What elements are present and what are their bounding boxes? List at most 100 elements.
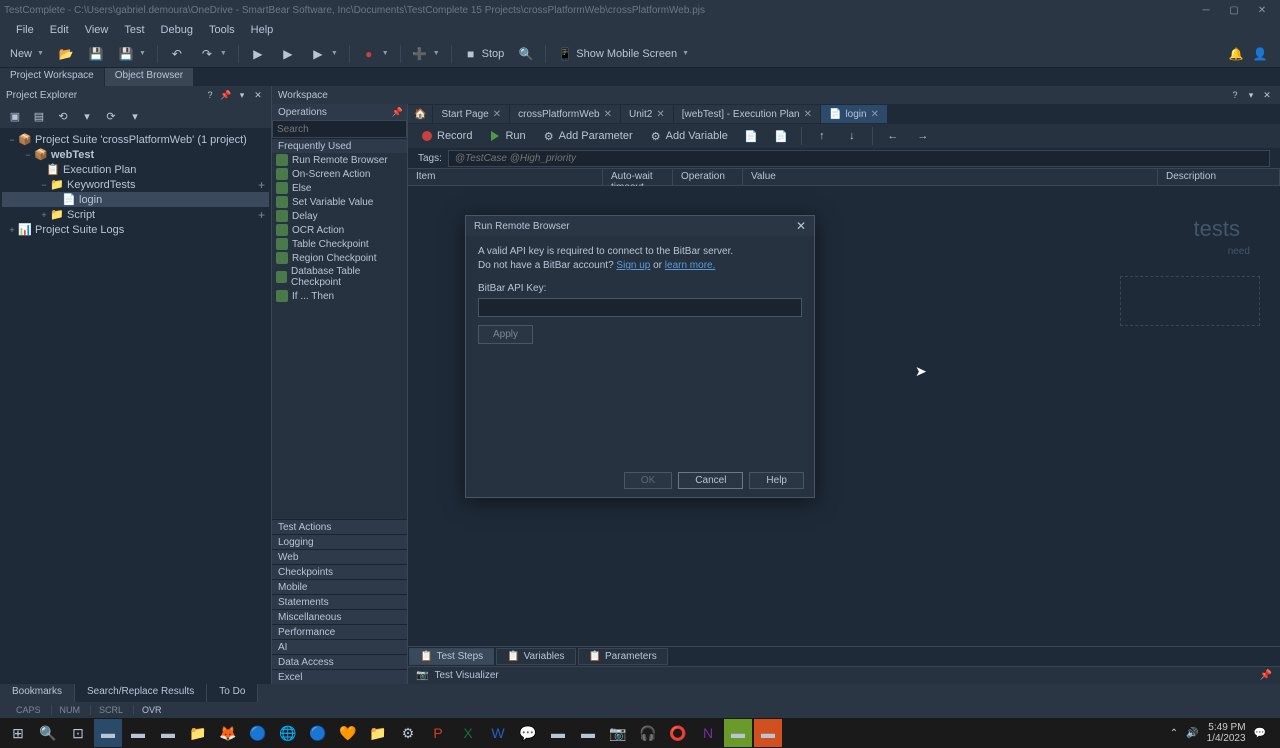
taskbar-app[interactable]: 🎧 xyxy=(634,719,662,747)
op-region-checkpoint[interactable]: Region Checkpoint xyxy=(272,251,407,265)
run-test-button[interactable]: ▶ xyxy=(274,42,302,66)
tree-project[interactable]: − 📦 webTest xyxy=(2,147,269,162)
tab-variables[interactable]: 📋Variables xyxy=(496,648,575,665)
col-operation[interactable]: Operation xyxy=(673,169,743,185)
cat-ai[interactable]: AI xyxy=(272,639,407,654)
cat-test-actions[interactable]: Test Actions xyxy=(272,519,407,534)
taskbar-app[interactable]: 📁 xyxy=(184,719,212,747)
run-project-button[interactable]: ▶ xyxy=(244,42,272,66)
expand-button[interactable]: ▣ xyxy=(4,106,26,126)
cat-data-access[interactable]: Data Access xyxy=(272,654,407,669)
save-button[interactable]: 💾 xyxy=(82,42,110,66)
dialog-titlebar[interactable]: Run Remote Browser ✕ xyxy=(466,216,814,236)
tab-test-steps[interactable]: 📋Test Steps xyxy=(409,648,494,665)
menu-view[interactable]: View xyxy=(77,22,117,38)
tray-icon[interactable]: 🔊 xyxy=(1186,728,1198,739)
taskbar-app[interactable]: ⚙ xyxy=(394,719,422,747)
tab-unit2[interactable]: Unit2✕ xyxy=(621,105,673,123)
op-else[interactable]: Else xyxy=(272,181,407,195)
taskbar-app[interactable]: 📁 xyxy=(364,719,392,747)
col-autowait[interactable]: Auto-wait timeout xyxy=(603,169,673,185)
tree-keyword-tests[interactable]: − 📁 KeywordTests + xyxy=(2,177,269,192)
record-button[interactable]: ●▼ xyxy=(355,42,395,66)
tray-arrow-icon[interactable]: ⌃ xyxy=(1170,728,1178,739)
taskbar-app[interactable]: ▬ xyxy=(754,719,782,747)
taskbar-app[interactable]: 🔵 xyxy=(244,719,272,747)
tab-search-replace[interactable]: Search/Replace Results xyxy=(75,684,207,702)
frequently-used-section[interactable]: Frequently Used xyxy=(272,138,407,153)
collapse-icon[interactable]: − xyxy=(6,135,18,145)
menu-help[interactable]: Help xyxy=(243,22,282,38)
notification-icon[interactable]: 💬 xyxy=(1254,728,1266,739)
tree-script[interactable]: + 📁 Script + xyxy=(2,207,269,222)
cat-checkpoints[interactable]: Checkpoints xyxy=(272,564,407,579)
apply-button[interactable]: Apply xyxy=(478,325,533,344)
taskbar-app[interactable]: ▬ xyxy=(574,719,602,747)
menu-tools[interactable]: Tools xyxy=(201,22,243,38)
cat-logging[interactable]: Logging xyxy=(272,534,407,549)
tags-input[interactable] xyxy=(448,150,1270,167)
taskbar-app[interactable]: ⭕ xyxy=(664,719,692,747)
task-view-button[interactable]: ⊡ xyxy=(64,719,92,747)
taskbar-app[interactable]: X xyxy=(454,719,482,747)
cancel-button[interactable]: Cancel xyxy=(678,472,743,489)
cat-mobile[interactable]: Mobile xyxy=(272,579,407,594)
clock[interactable]: 5:49 PM 1/4/2023 xyxy=(1207,722,1246,744)
op-ocr-action[interactable]: OCR Action xyxy=(272,223,407,237)
move-down-button[interactable]: ↓ xyxy=(839,127,865,145)
taskbar-app[interactable]: 🦊 xyxy=(214,719,242,747)
tree-login[interactable]: 📄 login xyxy=(2,192,269,207)
close-icon[interactable]: ✕ xyxy=(493,109,501,120)
signup-link[interactable]: Sign up xyxy=(616,260,650,271)
collapse-icon[interactable]: − xyxy=(22,150,34,160)
expand-icon[interactable]: + xyxy=(38,210,50,220)
close-icon[interactable]: ✕ xyxy=(1260,88,1274,102)
pin-icon[interactable]: 📌 xyxy=(392,107,403,118)
tab-login[interactable]: 📄login✕ xyxy=(821,105,887,123)
close-icon[interactable]: ✕ xyxy=(251,88,265,102)
menu-debug[interactable]: Debug xyxy=(153,22,201,38)
ok-button[interactable]: OK xyxy=(624,472,672,489)
learn-more-link[interactable]: learn more. xyxy=(665,260,716,271)
cat-statements[interactable]: Statements xyxy=(272,594,407,609)
start-button[interactable]: ⊞ xyxy=(4,719,32,747)
op-if-then[interactable]: If ... Then xyxy=(272,289,407,303)
col-value[interactable]: Value xyxy=(743,169,1158,185)
close-button[interactable]: ✕ xyxy=(1248,1,1276,19)
tab-object-browser[interactable]: Object Browser xyxy=(105,68,194,86)
tab-bookmarks[interactable]: Bookmarks xyxy=(0,684,75,702)
search-button[interactable]: 🔍 xyxy=(34,719,62,747)
tab-crossplatform[interactable]: crossPlatformWeb✕ xyxy=(510,105,620,123)
taskbar-app[interactable]: 📷 xyxy=(604,719,632,747)
close-icon[interactable]: ✕ xyxy=(656,109,664,120)
forward-button[interactable]: ▾ xyxy=(76,106,98,126)
api-key-input[interactable] xyxy=(478,298,802,317)
taskbar-app[interactable]: 💬 xyxy=(514,719,542,747)
open-button[interactable]: 📂 xyxy=(52,42,80,66)
close-icon[interactable]: ✕ xyxy=(796,219,806,233)
menu-edit[interactable]: Edit xyxy=(42,22,77,38)
taskbar-app[interactable]: W xyxy=(484,719,512,747)
op-db-table-checkpoint[interactable]: Database Table Checkpoint xyxy=(272,265,407,289)
move-up-button[interactable]: ↑ xyxy=(809,127,835,145)
action-button-1[interactable]: 📄 xyxy=(738,127,764,145)
close-icon[interactable]: ✕ xyxy=(804,109,812,120)
menu-file[interactable]: File xyxy=(8,22,42,38)
filter-button[interactable]: ▾ xyxy=(124,106,146,126)
taskbar-app[interactable]: 🧡 xyxy=(334,719,362,747)
forward-button[interactable]: → xyxy=(910,127,936,145)
collapse-icon[interactable]: − xyxy=(38,180,50,190)
new-button[interactable]: New▼ xyxy=(4,42,50,66)
taskbar-app[interactable]: ▬ xyxy=(724,719,752,747)
user-icon[interactable]: 👤 xyxy=(1252,46,1268,62)
op-onscreen-action[interactable]: On-Screen Action xyxy=(272,167,407,181)
tab-parameters[interactable]: 📋Parameters xyxy=(578,648,668,665)
operations-search[interactable]: 🔍 xyxy=(272,120,407,138)
taskbar-app[interactable]: ▬ xyxy=(124,719,152,747)
close-icon[interactable]: ✕ xyxy=(604,109,612,120)
cat-performance[interactable]: Performance xyxy=(272,624,407,639)
undo-button[interactable]: ↶ xyxy=(163,42,191,66)
col-item[interactable]: Item xyxy=(408,169,603,185)
back-button[interactable]: ⟲ xyxy=(52,106,74,126)
cat-web[interactable]: Web xyxy=(272,549,407,564)
